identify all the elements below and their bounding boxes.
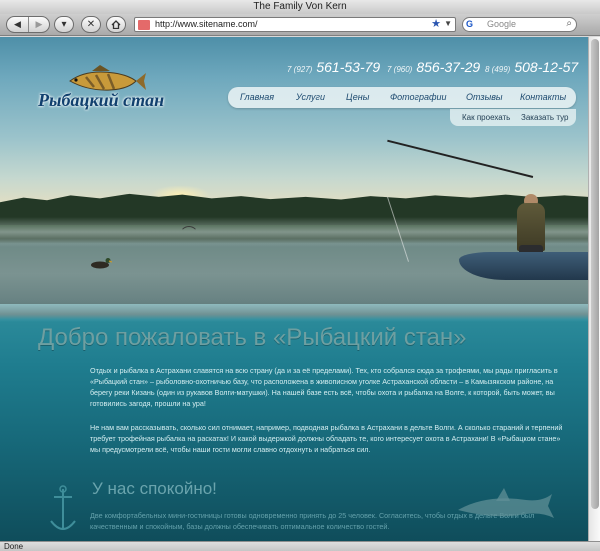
- phone-number: 856-37-29: [416, 59, 481, 75]
- nav-photos[interactable]: Фотографии: [390, 92, 447, 102]
- bookmark-star-icon[interactable]: ★: [431, 17, 441, 30]
- phone-number: 508-12-57: [514, 59, 579, 75]
- nav-home[interactable]: Главная: [240, 92, 274, 102]
- page-title: Добро пожаловать в «Рыбацкий стан»: [38, 324, 467, 351]
- search-icon[interactable]: ⌕: [566, 18, 572, 29]
- history-menu-button[interactable]: ▾: [54, 16, 74, 33]
- nav-services[interactable]: Услуги: [296, 92, 325, 102]
- forward-button[interactable]: ▶: [28, 17, 49, 32]
- nav-contacts[interactable]: Контакты: [520, 92, 566, 102]
- back-arrow-icon: ◀: [14, 19, 21, 29]
- stop-button[interactable]: ✕: [81, 16, 101, 33]
- nav-book-tour[interactable]: Заказать тур: [521, 113, 568, 122]
- bird-icon: ⌒: [182, 225, 196, 241]
- section-heading: У нас спокойно!: [92, 479, 217, 498]
- page-viewport: ⌒ Рыбацкий стан 7 (927) 561-53-79 7 (960)…: [0, 37, 588, 541]
- fisherman: [517, 203, 545, 251]
- search-box[interactable]: G Google ⌕: [462, 17, 577, 32]
- phone-code: 7 (960): [387, 65, 413, 74]
- scroll-thumb[interactable]: [591, 39, 599, 509]
- phone-3: 8 (499) 508-12-57: [485, 59, 578, 77]
- main-nav: Главная Услуги Цены Фотографии Отзывы Ко…: [228, 87, 576, 108]
- back-button[interactable]: ◀: [7, 17, 28, 32]
- water-surface: [0, 304, 588, 322]
- intro-paragraph: Отдых и рыбалка в Астрахани славятся на …: [90, 366, 558, 408]
- chevron-down-icon: ▾: [61, 19, 67, 30]
- fishing-rod: [387, 139, 534, 178]
- site-logo[interactable]: Рыбацкий стан: [38, 90, 164, 111]
- search-placeholder: Google: [487, 19, 517, 29]
- phone-2: 7 (960) 856-37-29: [387, 59, 480, 77]
- nav-directions[interactable]: Как проехать: [462, 113, 510, 122]
- url-text: http://www.sitename.com/: [155, 19, 258, 29]
- sub-nav: Как проехать Заказать тур: [450, 109, 576, 126]
- anchor-icon: [50, 485, 76, 530]
- nav-reviews[interactable]: Отзывы: [466, 92, 503, 102]
- fish-silhouette-icon: [458, 488, 554, 518]
- url-dropdown-icon[interactable]: ▼: [444, 19, 452, 28]
- history-buttons: ◀ ▶: [6, 16, 50, 33]
- browser-toolbar: ◀ ▶ ▾ ✕ http://www.sitename.com/ ★ ▼ G G…: [0, 14, 600, 36]
- phone-1: 7 (927) 561-53-79: [287, 59, 380, 77]
- home-button[interactable]: [106, 16, 126, 33]
- forward-arrow-icon: ▶: [35, 19, 43, 29]
- phone-number: 561-53-79: [316, 59, 381, 75]
- close-icon: ✕: [86, 19, 96, 30]
- boat: [459, 252, 588, 280]
- duck-image: [91, 258, 112, 269]
- favicon-icon: [138, 20, 150, 30]
- phone-code: 8 (499): [485, 65, 511, 74]
- vertical-scrollbar[interactable]: [588, 37, 600, 541]
- search-engine-icon[interactable]: G: [466, 19, 473, 29]
- second-paragraph: Не нам вам рассказывать, сколько сил отн…: [90, 423, 563, 454]
- phone-list: 7 (927) 561-53-79 7 (960) 856-37-29 8 (499…: [283, 59, 583, 79]
- address-bar[interactable]: http://www.sitename.com/ ★ ▼: [134, 17, 456, 32]
- home-icon: [111, 20, 121, 29]
- status-bar: Done: [0, 541, 600, 551]
- window-title: The Family Von Kern: [0, 0, 600, 14]
- phone-code: 7 (927): [287, 65, 313, 74]
- nav-prices[interactable]: Цены: [346, 92, 369, 102]
- river-fog: [0, 217, 588, 247]
